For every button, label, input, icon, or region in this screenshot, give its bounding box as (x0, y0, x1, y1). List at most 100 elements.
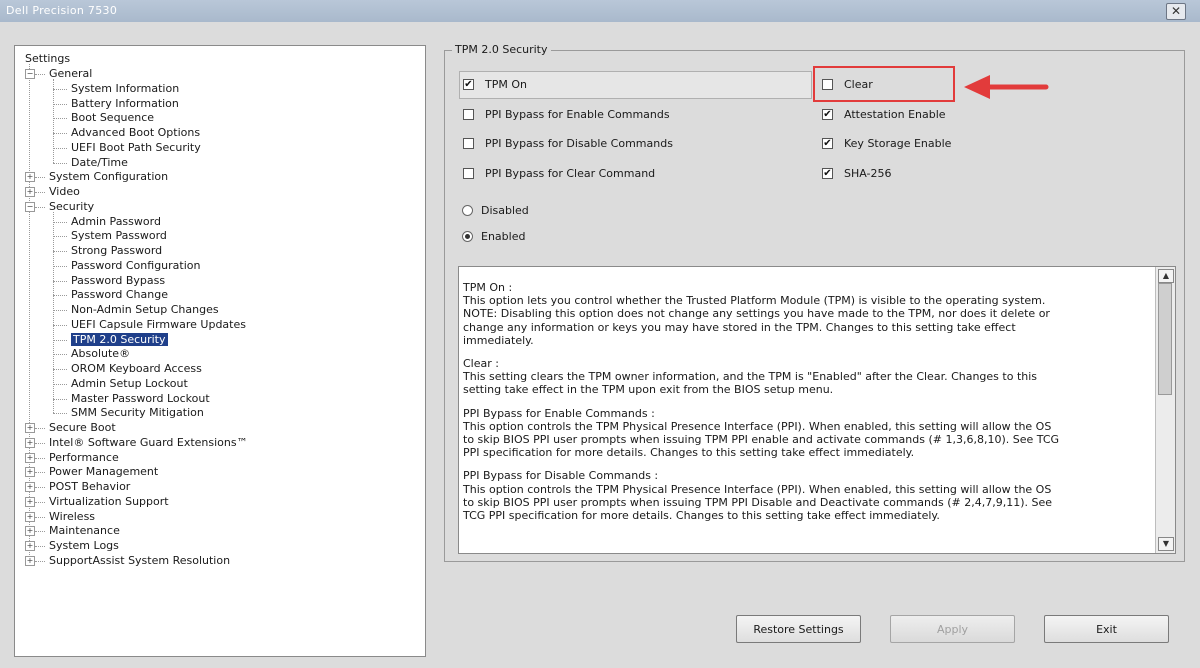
checkbox-unchecked-icon[interactable] (463, 138, 474, 149)
expand-icon[interactable]: + (25, 437, 35, 448)
tree-connector (53, 88, 67, 90)
tree-item-label: Admin Password (71, 214, 161, 228)
tree-item-date-time[interactable]: Date/Time (53, 155, 128, 170)
tree-connector (53, 118, 67, 120)
expand-icon[interactable]: + (25, 452, 35, 463)
tree-connector (35, 531, 45, 533)
settings-tree[interactable]: Settings − General System Information Batte… (14, 45, 426, 657)
tree-item-admin-setup-lockout[interactable]: Admin Setup Lockout (53, 377, 188, 391)
tree-item-wireless[interactable]: + Wireless (25, 510, 95, 524)
tree-item-general[interactable]: − General (25, 67, 92, 81)
tree-item-label: SMM Security Mitigation (71, 406, 204, 420)
tree-item-intel-software-guard-extensions[interactable]: + Intel® Software Guard Extensions™ (25, 436, 248, 450)
tree-item-boot-sequence[interactable]: Boot Sequence (53, 111, 154, 125)
close-button[interactable]: ✕ (1166, 3, 1186, 20)
tree-item-password-configuration[interactable]: Password Configuration (53, 259, 200, 273)
tree-item-absolute[interactable]: Absolute® (53, 347, 130, 361)
tree-item-master-password-lockout[interactable]: Master Password Lockout (53, 391, 210, 406)
scroll-up-button[interactable]: ▲ (1158, 269, 1174, 283)
window-title: Dell Precision 7530 (6, 4, 118, 17)
tree-connector (35, 206, 45, 208)
expand-icon[interactable]: + (25, 467, 35, 478)
tree-item-non-admin-setup-changes[interactable]: Non-Admin Setup Changes (53, 303, 219, 317)
tree-item-admin-password[interactable]: Admin Password (53, 214, 161, 229)
tree-item-smm-security-mitigation[interactable]: SMM Security Mitigation (53, 406, 204, 420)
tree-item-label: Date/Time (71, 155, 128, 169)
collapse-icon[interactable]: − (25, 201, 35, 212)
tree-item-label: TPM 2.0 Security (71, 332, 168, 346)
radio-enabled-label: Enabled (481, 230, 526, 243)
tree-item-label: System Information (71, 81, 180, 95)
radio-disabled[interactable] (462, 205, 473, 216)
tree-item-system-password[interactable]: System Password (53, 229, 167, 243)
tree-item-security[interactable]: − Security (25, 199, 95, 214)
exit-button[interactable]: Exit (1044, 615, 1169, 643)
restore-settings-button[interactable]: Restore Settings (736, 615, 861, 643)
tree-item-post-behavior[interactable]: + POST Behavior (25, 480, 131, 494)
scroll-down-button[interactable]: ▼ (1158, 537, 1174, 551)
tree-item-label: Video (49, 185, 80, 198)
expand-icon[interactable]: + (25, 555, 35, 566)
tree-root: Settings (25, 52, 71, 65)
checkbox-unchecked-icon[interactable] (463, 168, 474, 179)
checkbox-checked-icon[interactable]: ✔ (463, 79, 474, 90)
tree-item-performance[interactable]: + Performance (25, 450, 119, 465)
expand-icon[interactable]: + (25, 172, 35, 183)
help-line: setting take effect in the TPM upon exit… (463, 383, 834, 397)
tree-item-uefi-boot-path-security[interactable]: UEFI Boot Path Security (53, 140, 201, 155)
expand-icon[interactable]: + (25, 482, 35, 492)
tree-item-strong-password[interactable]: Strong Password (53, 244, 162, 258)
checkbox-checked-icon[interactable]: ✔ (822, 168, 833, 179)
help-line: This option lets you control whether the… (463, 294, 1046, 308)
tree-connector (35, 177, 45, 179)
tree-item-battery-information[interactable]: Battery Information (53, 97, 179, 111)
tree-item-label: Performance (49, 450, 119, 464)
radio-selected-dot (465, 234, 470, 239)
checkbox-checked-icon[interactable]: ✔ (822, 109, 833, 120)
help-description-panel[interactable]: TPM On : This option lets you control whe… (458, 266, 1176, 554)
help-line: to skip BIOS PPI user prompts when issui… (463, 433, 1060, 447)
help-scrollbar[interactable]: ▲ ▼ (1155, 267, 1175, 553)
checkbox-unchecked-icon[interactable] (463, 109, 474, 120)
tree-item-virtualization-support[interactable]: + Virtualization Support (25, 495, 169, 509)
tree-item-label: UEFI Boot Path Security (71, 140, 201, 154)
help-paragraph: PPI Bypass for Disable Commands : This op… (463, 469, 1153, 522)
tree-connector (35, 428, 45, 429)
tree-item-system-logs[interactable]: + System Logs (25, 539, 119, 553)
help-line: immediately. (463, 333, 534, 347)
expand-icon[interactable]: + (25, 511, 35, 522)
tree-item-password-bypass[interactable]: Password Bypass (53, 274, 165, 288)
expand-icon[interactable]: + (25, 526, 35, 537)
tree-item-power-management[interactable]: + Power Management (25, 465, 158, 479)
tree-item-secure-boot[interactable]: + Secure Boot (25, 421, 116, 435)
tree-connector (53, 383, 67, 385)
tree-item-password-change[interactable]: Password Change (53, 288, 168, 302)
collapse-icon[interactable]: − (25, 69, 35, 79)
tree-item-uefi-capsule-firmware-updates[interactable]: UEFI Capsule Firmware Updates (53, 317, 246, 332)
expand-icon[interactable]: + (25, 423, 35, 433)
tree-item-label: Security (49, 199, 95, 213)
tree-item-orom-keyboard-access[interactable]: OROM Keyboard Access (53, 362, 202, 376)
tree-connector (35, 560, 45, 562)
tree-item-tpm-2-0-security[interactable]: TPM 2.0 Security (53, 332, 168, 347)
tree-item-label: Master Password Lockout (71, 391, 210, 405)
group-title: TPM 2.0 Security (452, 43, 551, 56)
expand-icon[interactable]: + (25, 187, 35, 197)
tree-item-supportassist-system-resolution[interactable]: + SupportAssist System Resolution (25, 554, 230, 568)
annotation-highlight-box (813, 66, 955, 102)
tree-item-label: UEFI Capsule Firmware Updates (71, 317, 246, 331)
expand-icon[interactable]: + (25, 541, 35, 551)
expand-icon[interactable]: + (25, 496, 35, 507)
tree-connector (53, 310, 67, 311)
tree-item-label: POST Behavior (49, 480, 131, 493)
tree-item-advanced-boot-options[interactable]: Advanced Boot Options (53, 126, 200, 140)
apply-button[interactable]: Apply (890, 615, 1015, 643)
tree-item-maintenance[interactable]: + Maintenance (25, 524, 120, 538)
scroll-thumb[interactable] (1158, 283, 1172, 395)
tree-connector (35, 472, 45, 474)
tree-item-video[interactable]: + Video (25, 185, 80, 199)
tree-item-system-configuration[interactable]: + System Configuration (25, 170, 168, 184)
radio-enabled[interactable] (462, 231, 473, 242)
tree-item-system-information[interactable]: System Information (53, 81, 180, 96)
checkbox-checked-icon[interactable]: ✔ (822, 138, 833, 149)
